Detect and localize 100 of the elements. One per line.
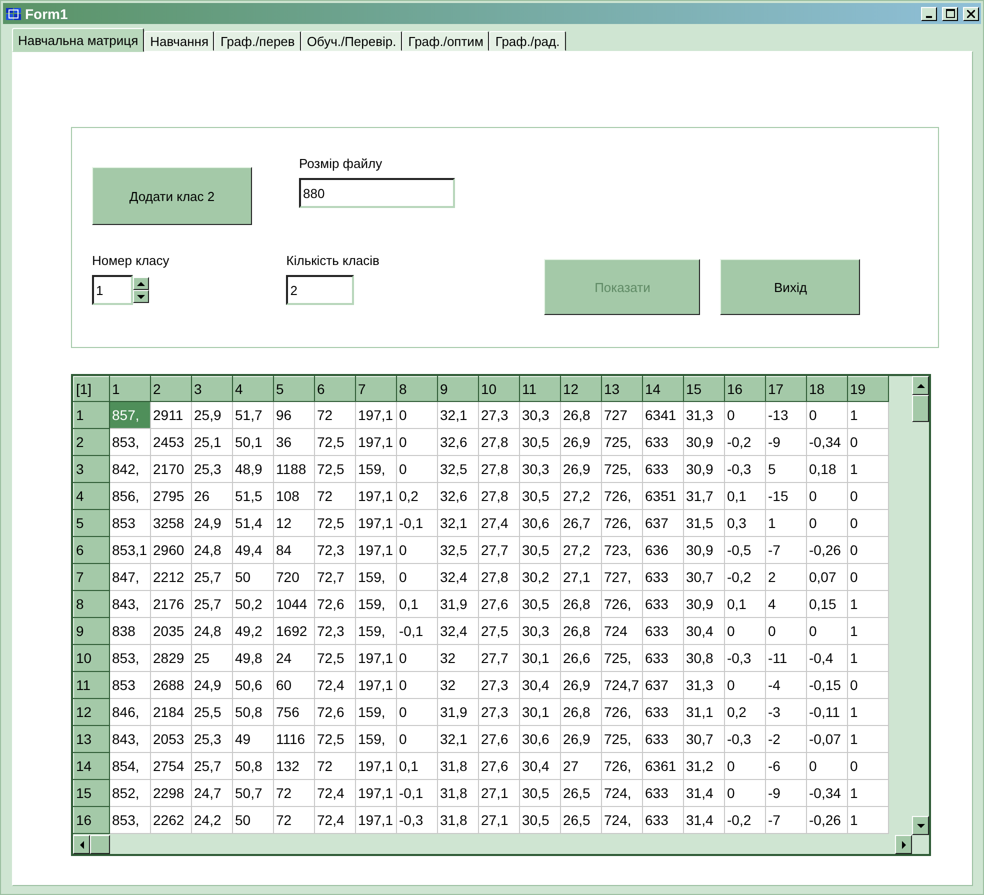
- table-cell: 31,8: [438, 780, 478, 806]
- table-cell: 854,: [110, 752, 150, 780]
- table-cell: 26,6: [560, 644, 602, 672]
- table-cell: 633: [642, 428, 684, 456]
- table-cell: 0: [724, 402, 766, 428]
- table-cell: 856,: [110, 482, 150, 510]
- table-cell: 72,6: [314, 698, 356, 726]
- table-cell: 726,: [602, 590, 642, 618]
- class-count-field[interactable]: 2: [286, 275, 354, 305]
- table-cell: 27,6: [478, 590, 520, 618]
- table-cell: 633: [642, 618, 684, 644]
- horizontal-scrollbar[interactable]: [73, 835, 912, 854]
- scroll-right-button[interactable]: [895, 835, 912, 854]
- table-cell: 72: [274, 780, 314, 806]
- spin-down-button[interactable]: [133, 290, 149, 303]
- table-cell: 2170: [150, 456, 192, 482]
- table-cell: 26,9: [560, 428, 602, 456]
- table-cell: 30,9: [684, 536, 724, 564]
- class-number-spinner[interactable]: 1: [92, 275, 170, 305]
- table-cell: 633: [642, 644, 684, 672]
- table-cell: 0: [848, 564, 888, 590]
- exit-button[interactable]: Вихід: [720, 259, 860, 315]
- table-cell: 25,7: [192, 564, 232, 590]
- maximize-button[interactable]: [942, 6, 958, 20]
- table-cell: 30,1: [520, 698, 560, 726]
- table-cell: -4: [766, 672, 806, 698]
- table-cell: 197,1: [356, 510, 396, 536]
- table-cell: 0: [396, 428, 438, 456]
- tab[interactable]: Граф./оптим: [402, 31, 490, 51]
- table-cell: 846,: [110, 698, 150, 726]
- tab[interactable]: Граф./перев: [214, 31, 301, 51]
- table-cell: 84: [274, 536, 314, 564]
- tab[interactable]: Граф./рад.: [489, 31, 566, 51]
- table-cell: 26,8: [560, 618, 602, 644]
- table-cell: 72,5: [314, 510, 356, 536]
- table-cell: 726,: [602, 510, 642, 536]
- table-cell: 5: [766, 456, 806, 482]
- table-cell: 31,8: [438, 806, 478, 834]
- scroll-down-button[interactable]: [912, 816, 929, 835]
- table-cell: 26,5: [560, 806, 602, 834]
- table-cell: 725,: [602, 456, 642, 482]
- close-button[interactable]: [963, 6, 979, 20]
- column-header: 6: [314, 376, 356, 402]
- table-cell: 27: [560, 752, 602, 780]
- table-cell: -3: [766, 698, 806, 726]
- spin-up-button[interactable]: [133, 277, 149, 290]
- table-cell: 27,8: [478, 564, 520, 590]
- tab[interactable]: Навчальна матриця: [12, 28, 144, 52]
- column-header: 12: [560, 376, 602, 402]
- table-cell: 0,15: [806, 590, 848, 618]
- table-cell: 72,4: [314, 780, 356, 806]
- table-cell: 633: [642, 806, 684, 834]
- table-cell: 27,8: [478, 482, 520, 510]
- scroll-left-button[interactable]: [73, 835, 90, 854]
- class-number-field[interactable]: 1: [92, 275, 133, 305]
- scroll-thumb[interactable]: [90, 835, 110, 854]
- table-cell: 838: [110, 618, 150, 644]
- table-cell: 0: [396, 726, 438, 752]
- file-size-field[interactable]: 880: [299, 178, 455, 208]
- table-cell: 2176: [150, 590, 192, 618]
- table-cell: 72,5: [314, 428, 356, 456]
- column-header: 9: [438, 376, 478, 402]
- table-cell: 26: [192, 482, 232, 510]
- table-cell: 0: [396, 672, 438, 698]
- table-cell: 26,9: [560, 726, 602, 752]
- table-cell: 31,5: [684, 510, 724, 536]
- tab[interactable]: Навчання: [144, 31, 214, 51]
- table-cell: 31,4: [684, 806, 724, 834]
- minimize-icon: [926, 16, 932, 18]
- table-cell: 30,6: [520, 510, 560, 536]
- table-cell: 26,8: [560, 698, 602, 726]
- table-cell: 633: [642, 456, 684, 482]
- table-cell: 852,: [110, 780, 150, 806]
- table-cell: 50,2: [232, 590, 274, 618]
- table-cell: 50,7: [232, 780, 274, 806]
- table-cell: 0: [396, 402, 438, 428]
- scroll-up-button[interactable]: [912, 376, 929, 395]
- table-cell: 0: [396, 564, 438, 590]
- table-cell: 197,1: [356, 428, 396, 456]
- table-cell: 32,4: [438, 618, 478, 644]
- table-cell: 636: [642, 536, 684, 564]
- scroll-thumb[interactable]: [912, 395, 929, 422]
- table-cell: 2795: [150, 482, 192, 510]
- column-header: 8: [396, 376, 438, 402]
- tab[interactable]: Обуч./Перевір.: [300, 31, 402, 51]
- caret-up-icon: [137, 282, 145, 286]
- minimize-button[interactable]: [921, 6, 937, 20]
- row-header: 9: [74, 618, 110, 644]
- table-cell: -0,3: [396, 806, 438, 834]
- table-cell: 0: [724, 780, 766, 806]
- vertical-scrollbar[interactable]: [912, 376, 929, 835]
- table-cell: 0: [396, 536, 438, 564]
- table-cell: 51,5: [232, 482, 274, 510]
- table-cell: -0,5: [724, 536, 766, 564]
- table-cell: 72: [274, 806, 314, 834]
- table-cell: 31,1: [684, 698, 724, 726]
- table-cell: 0,1: [396, 752, 438, 780]
- caret-up-icon: [916, 384, 924, 388]
- add-class-button[interactable]: Додати клас 2: [92, 167, 252, 225]
- table-cell: 72: [314, 752, 356, 780]
